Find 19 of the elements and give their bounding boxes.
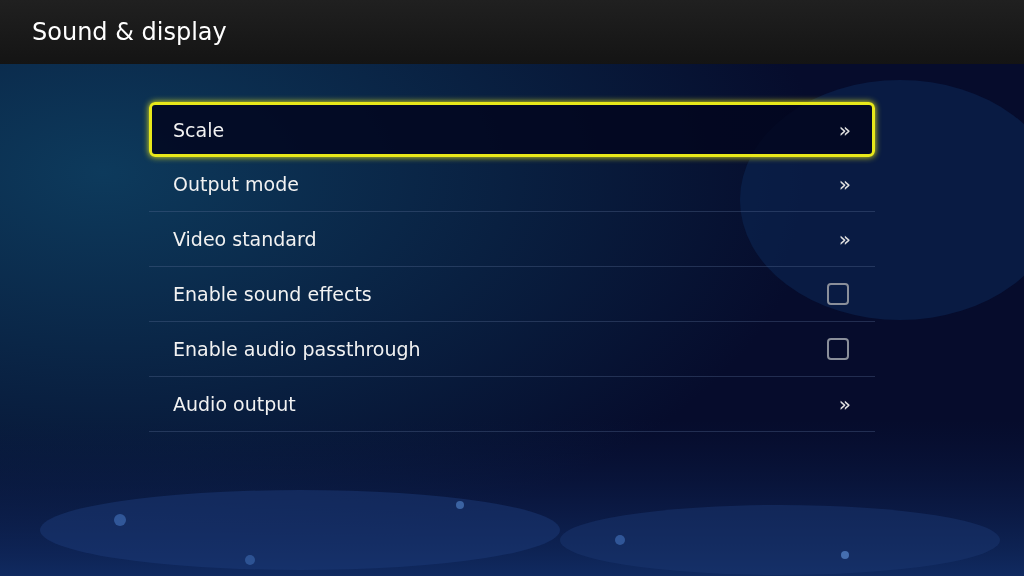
menu-item-label: Audio output: [173, 393, 296, 415]
menu-item[interactable]: Scale »: [149, 102, 875, 157]
menu-item-label: Video standard: [173, 228, 317, 250]
menu-item-label: Enable sound effects: [173, 283, 372, 305]
checkbox[interactable]: [827, 338, 849, 360]
menu-item[interactable]: Enable sound effects: [149, 267, 875, 322]
menu-item-label: Enable audio passthrough: [173, 338, 421, 360]
menu-item-label: Output mode: [173, 173, 299, 195]
menu-item[interactable]: Video standard »: [149, 212, 875, 267]
screen-title: Sound & display: [32, 18, 227, 46]
chevron-icon: »: [838, 172, 851, 196]
chevron-icon: »: [838, 227, 851, 251]
menu-item[interactable]: Enable audio passthrough: [149, 322, 875, 377]
menu-item-label: Scale: [173, 118, 225, 141]
menu-item[interactable]: Output mode »: [149, 157, 875, 212]
checkbox[interactable]: [827, 283, 849, 305]
menu-item[interactable]: Audio output »: [149, 377, 875, 432]
chevron-icon: »: [838, 392, 851, 416]
chevron-icon: »: [838, 117, 851, 142]
